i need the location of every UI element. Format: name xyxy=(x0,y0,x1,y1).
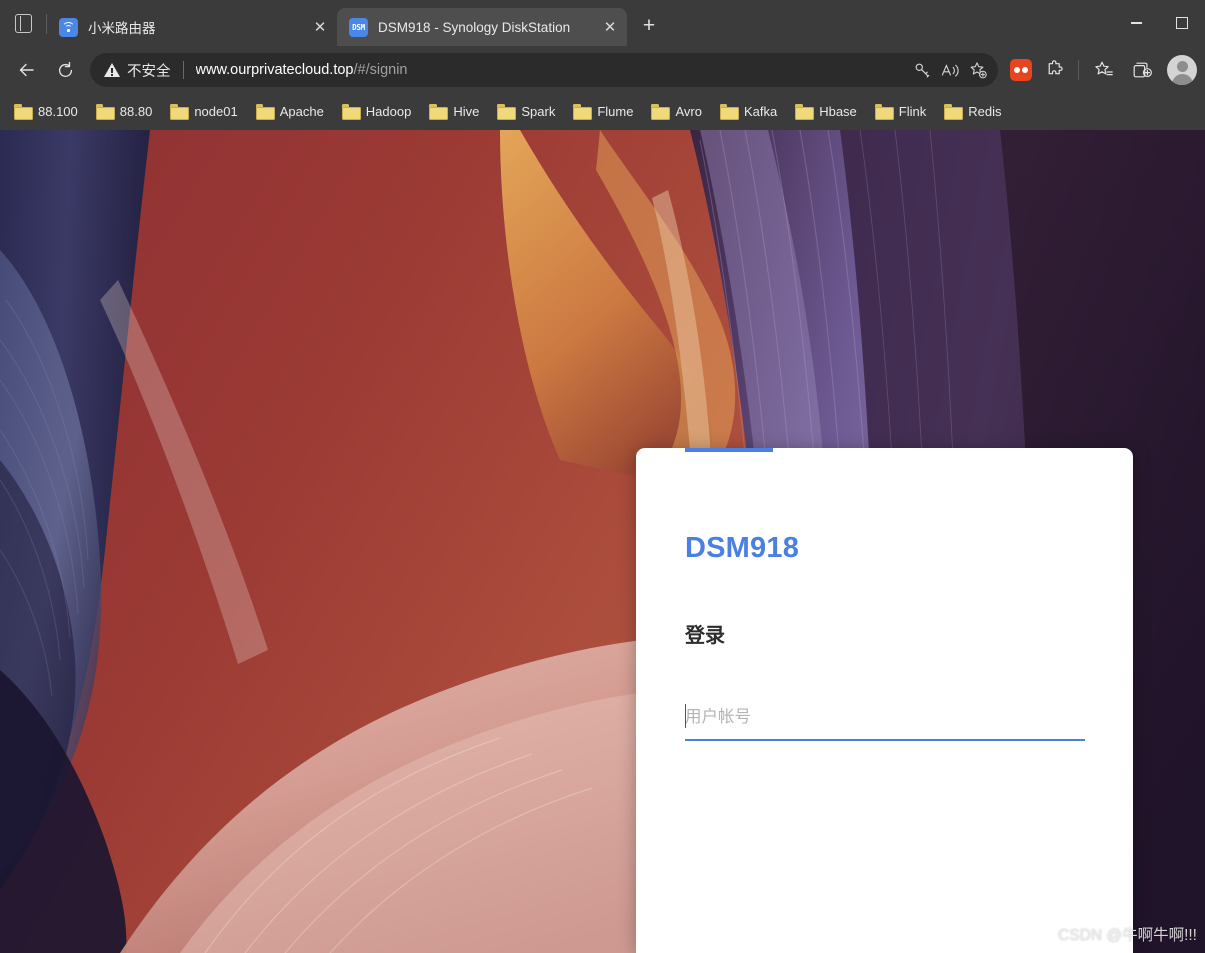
bookmark-label: Flink xyxy=(899,104,926,119)
security-status-label: 不安全 xyxy=(127,60,171,81)
profile-avatar[interactable] xyxy=(1167,55,1197,85)
address-bar[interactable]: 不安全 www.ourprivatecloud.top/#/signin xyxy=(90,53,998,87)
bookmark-item[interactable]: Flink xyxy=(867,100,934,123)
browser-window: 小米路由器 ✕ DSM DSM918 - Synology DiskStatio… xyxy=(0,0,1205,953)
refresh-icon xyxy=(56,61,75,80)
folder-icon xyxy=(170,104,187,118)
bookmarks-bar: 88.100 88.80 node01 Apache Hadoop Hive S… xyxy=(0,94,1205,128)
window-controls xyxy=(1113,0,1205,46)
text-cursor xyxy=(685,704,686,728)
bookmark-label: 88.100 xyxy=(38,104,78,119)
bookmark-label: Hadoop xyxy=(366,104,412,119)
collections-icon xyxy=(1010,59,1032,81)
login-card-body: DSM918 登录 xyxy=(636,532,1133,741)
browser-toolbar: 不安全 www.ourprivatecloud.top/#/signin xyxy=(0,46,1205,94)
login-heading: 登录 xyxy=(685,619,1084,648)
tab-title: 小米路由器 xyxy=(88,17,307,37)
folder-icon xyxy=(944,104,961,118)
bookmark-item[interactable]: Hadoop xyxy=(334,100,420,123)
bookmark-item[interactable]: Flume xyxy=(565,100,641,123)
bookmark-item[interactable]: node01 xyxy=(162,100,245,123)
tab-xiaomi-router[interactable]: 小米路由器 ✕ xyxy=(47,8,337,46)
maximize-button[interactable] xyxy=(1159,0,1205,46)
account-input[interactable] xyxy=(685,700,1085,734)
favorites-button[interactable] xyxy=(1085,53,1123,87)
star-plus-glyph xyxy=(969,61,988,80)
split-screen-button[interactable] xyxy=(1123,53,1161,87)
dsm-icon: DSM xyxy=(349,18,368,37)
folder-icon xyxy=(573,104,590,118)
url-host: www.ourprivatecloud.top xyxy=(196,62,354,78)
tab-close-icon[interactable]: ✕ xyxy=(307,14,333,40)
minimize-button[interactable] xyxy=(1113,0,1159,46)
tab-dsm918[interactable]: DSM DSM918 - Synology DiskStation ✕ xyxy=(337,8,627,46)
toolbar-divider xyxy=(1078,60,1079,80)
bookmark-label: Apache xyxy=(280,104,324,119)
bookmark-item[interactable]: Apache xyxy=(248,100,332,123)
extensions-puzzle-icon xyxy=(1045,60,1065,80)
bookmark-label: Avro xyxy=(675,104,702,119)
dsm-favicon-text: DSM xyxy=(352,23,365,32)
bookmark-item[interactable]: Hbase xyxy=(787,100,865,123)
account-field xyxy=(685,700,1084,741)
folder-icon xyxy=(651,104,668,118)
bookmark-label: node01 xyxy=(194,104,237,119)
bookmark-label: 88.80 xyxy=(120,104,153,119)
title-bar: 小米路由器 ✕ DSM DSM918 - Synology DiskStatio… xyxy=(0,0,1205,46)
bookmark-item[interactable]: Spark xyxy=(489,100,563,123)
wifi-icon xyxy=(59,18,78,37)
favorites-star-icon xyxy=(1094,60,1114,80)
tab-title: DSM918 - Synology DiskStation xyxy=(378,20,597,35)
read-aloud-glyph xyxy=(941,62,959,79)
folder-icon xyxy=(14,104,31,118)
collections-button[interactable] xyxy=(1004,53,1038,87)
account-field-underline xyxy=(685,739,1085,741)
bookmark-item[interactable]: 88.100 xyxy=(6,100,86,123)
login-card: DSM918 登录 xyxy=(636,448,1133,953)
brand-title: DSM918 xyxy=(685,532,1084,565)
maximize-icon xyxy=(1176,17,1188,29)
folder-icon xyxy=(795,104,812,118)
back-button[interactable] xyxy=(8,53,46,87)
folder-icon xyxy=(256,104,273,118)
bookmark-label: Spark xyxy=(521,104,555,119)
bookmark-label: Kafka xyxy=(744,104,777,119)
omnibox-divider xyxy=(183,61,184,79)
bookmark-item[interactable]: Avro xyxy=(643,100,710,123)
csdn-watermark: CSDN @牛啊牛啊!!! xyxy=(1058,923,1197,945)
bookmark-label: Flume xyxy=(597,104,633,119)
key-icon[interactable] xyxy=(908,56,936,84)
new-tab-button[interactable]: + xyxy=(632,9,666,43)
bookmark-item[interactable]: Kafka xyxy=(712,100,785,123)
bookmark-item[interactable]: 88.80 xyxy=(88,100,161,123)
folder-icon xyxy=(96,104,113,118)
folder-icon xyxy=(875,104,892,118)
vertical-tabs-button[interactable] xyxy=(0,0,46,46)
tab-close-icon[interactable]: ✕ xyxy=(597,14,623,40)
not-secure-warning-icon xyxy=(104,63,120,77)
add-favorite-icon[interactable] xyxy=(964,56,992,84)
url-path: /#/signin xyxy=(353,62,407,78)
folder-icon xyxy=(497,104,514,118)
back-arrow-icon xyxy=(17,60,37,80)
page-viewport: DSM918 登录 CSDN @牛啊牛啊!!! xyxy=(0,130,1205,953)
extensions-button[interactable] xyxy=(1038,53,1072,87)
folder-icon xyxy=(429,104,446,118)
bookmark-label: Hive xyxy=(453,104,479,119)
split-screen-icon xyxy=(1132,60,1152,80)
url-text: www.ourprivatecloud.top/#/signin xyxy=(196,62,408,78)
minimize-icon xyxy=(1131,22,1142,24)
bookmark-label: Redis xyxy=(968,104,1001,119)
bookmark-item[interactable]: Redis xyxy=(936,100,1009,123)
card-accent-bar xyxy=(685,448,773,452)
vertical-tabs-icon xyxy=(15,14,32,33)
bookmark-label: Hbase xyxy=(819,104,857,119)
folder-icon xyxy=(720,104,737,118)
read-aloud-icon[interactable] xyxy=(936,56,964,84)
key-glyph xyxy=(914,62,931,79)
refresh-button[interactable] xyxy=(46,53,84,87)
bookmark-item[interactable]: Hive xyxy=(421,100,487,123)
folder-icon xyxy=(342,104,359,118)
